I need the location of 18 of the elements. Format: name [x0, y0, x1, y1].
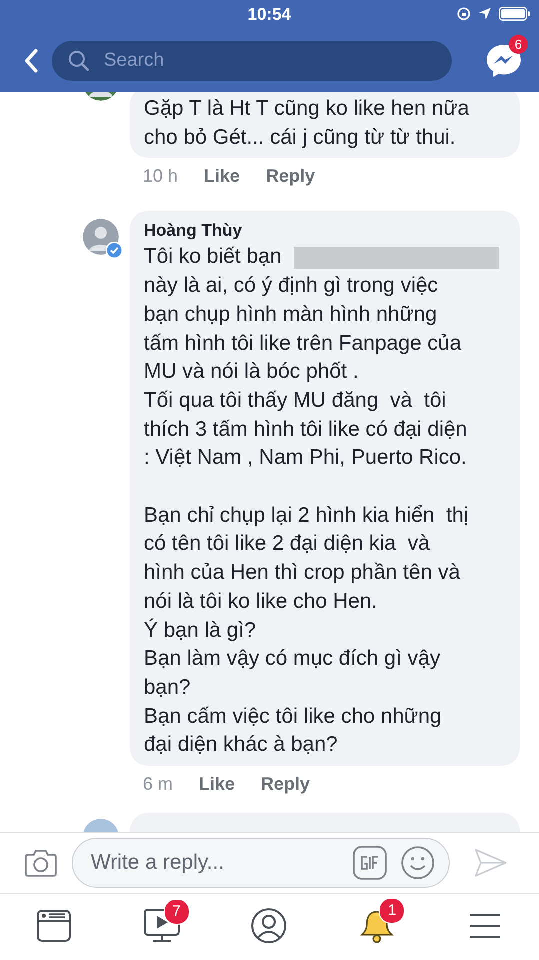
comment-text: Gặp T là Ht T cũng ko like hen nữa cho bỏ Gét... cái j cũng từ từ thui. [144, 96, 470, 151]
like-link[interactable]: Like [199, 774, 236, 796]
status-time: 10:54 [248, 5, 292, 25]
comment-time: 6 m [143, 774, 174, 796]
comment-text: Tôi ko biết bạn này là ai, có ý định gì trong việc bạn chụp hình màn hình những tấm hình tôi like trên Fanpage của MU và nói là bóc phốt . Tối qua tôi thấy MU đăng và tôi thích 3 tấm hình tôi like có đại diện : Việt Nam , Nam Phi, Puerto Rico. [144, 243, 506, 474]
like-link[interactable]: Like [204, 166, 240, 188]
reply-input[interactable]: Write a reply... [91, 851, 339, 875]
comment-author[interactable]: Hoàng Thùy [144, 219, 506, 244]
comment-time: 10 h [143, 166, 178, 188]
reply-bar[interactable]: Write a reply... [72, 838, 450, 888]
reply-link[interactable]: Reply [266, 166, 316, 188]
notification-badge: 1 [379, 898, 406, 924]
reply-link[interactable]: Reply [261, 774, 310, 796]
search-input[interactable]: Search [104, 50, 404, 72]
notification-badge: 6 [509, 35, 528, 54]
search-bar[interactable]: Search [52, 41, 452, 81]
comment-text: Bạn chỉ chụp lại 2 hình kia hiển thị có tên tôi like 2 đại diện kia và hình của Hen thì crop phần tên và nói là tôi ko like cho Hen. Ý bạn là gì? Bạn làm vậy có mục đích gì vậy bạn? Bạn cấm việc tôi like cho những đại diện khác à bạn? [144, 502, 470, 758]
notification-badge: 7 [164, 899, 190, 925]
